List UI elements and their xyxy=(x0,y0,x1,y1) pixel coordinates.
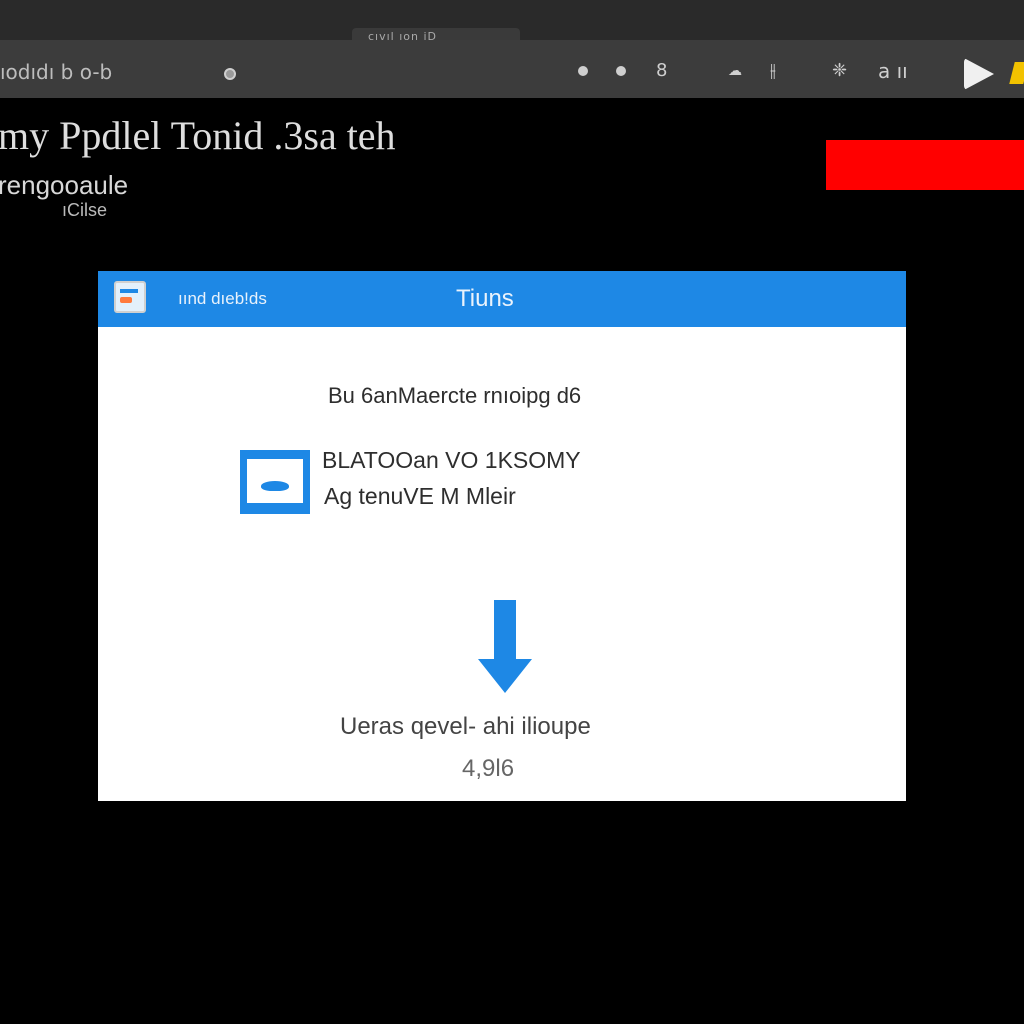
page-subtitle: rengooaule xyxy=(0,170,129,200)
app-icon xyxy=(114,281,146,313)
download-status: Ueras qevel- ahi ilioupe xyxy=(340,713,591,740)
dialog-header-label: ıınd dıeb!ds xyxy=(178,289,267,308)
file-size: 4,9l6 xyxy=(462,755,515,782)
file-icon xyxy=(240,450,310,514)
stack-icon[interactable]: 8 xyxy=(656,60,667,82)
alert-banner[interactable] xyxy=(826,140,1024,190)
dot-icon[interactable] xyxy=(616,66,626,76)
dialog-title: Tiuns xyxy=(456,285,514,312)
file-name: BLATOOan VO 1KSOMY xyxy=(322,447,581,473)
download-arrow-icon xyxy=(494,600,516,662)
download-dialog: ıınd dıeb!ds Tiuns Bu 6anMaercte rnıoipg… xyxy=(98,271,906,801)
a-icon[interactable]: a ıı xyxy=(878,60,908,82)
title-bar: cıvıl ıon iD xyxy=(0,0,1024,42)
dialog-message: Bu 6anMaercte rnıoipg d6 xyxy=(328,383,582,408)
play-icon[interactable] xyxy=(964,58,994,90)
page-caption: ıCilse xyxy=(62,200,108,220)
chart-icon[interactable]: ⫲ xyxy=(770,60,776,82)
download-arrow-head-icon xyxy=(478,659,532,693)
toolbar: ıodıdı b o-b 8 ☁ ⫲ ❈ a ıı xyxy=(0,40,1024,98)
reload-icon[interactable] xyxy=(224,68,236,80)
file-details: Ag tenuVE M Mleir xyxy=(324,483,516,509)
dot-icon[interactable] xyxy=(578,66,588,76)
page-title: my Ppdlel Tonid .3sa teh xyxy=(0,113,396,158)
cloud-icon[interactable]: ☁ xyxy=(728,60,742,82)
puzzle-icon[interactable]: ❈ xyxy=(832,60,847,82)
dialog-header: ıınd dıeb!ds Tiuns xyxy=(98,271,906,327)
address-field[interactable]: ıodıdı b o-b xyxy=(0,60,112,84)
